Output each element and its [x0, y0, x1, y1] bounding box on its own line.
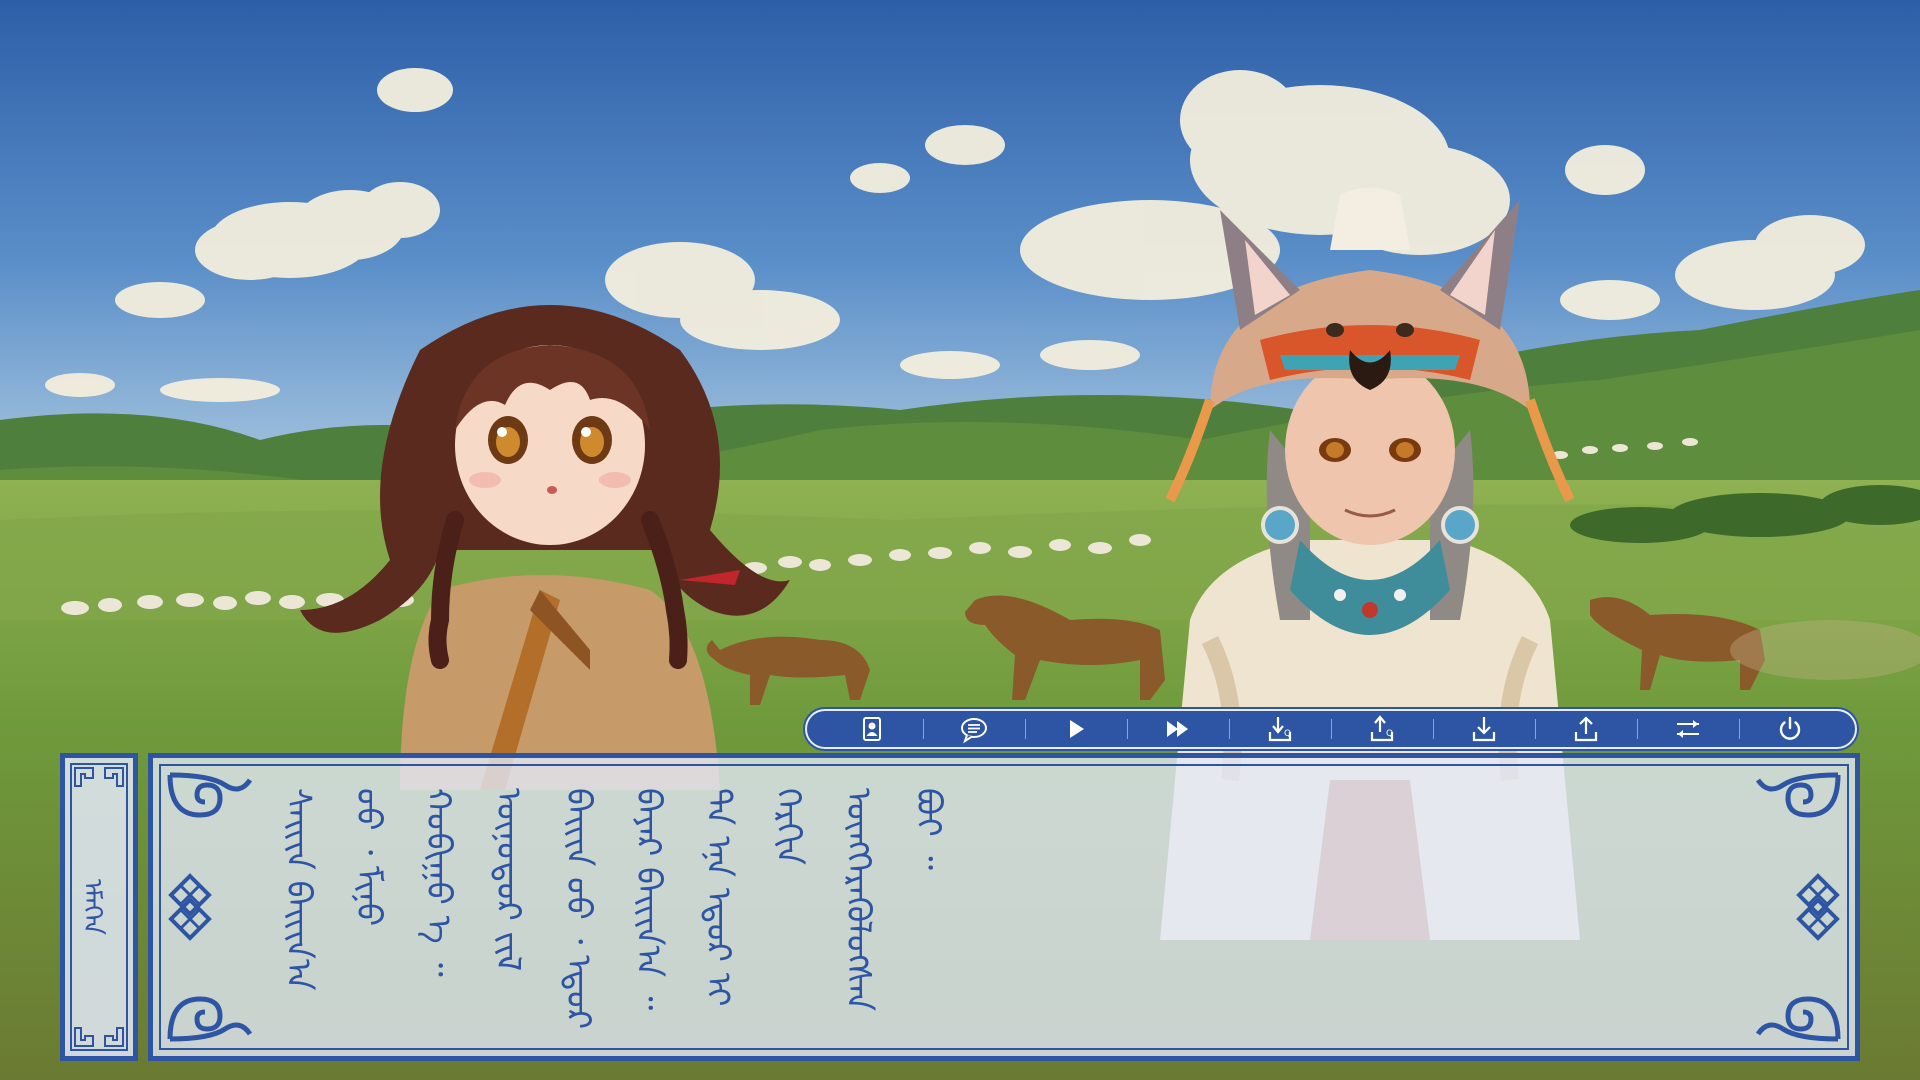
- settings-sliders-icon: [1677, 720, 1699, 738]
- scroll-ornament-icon: [1755, 772, 1841, 818]
- scroll-ornament-icon: [167, 772, 253, 818]
- speech-bubble-icon: [961, 718, 987, 744]
- dialogue-text: ᠰᠠᠢᠢᠨ ᠪᠠᠢᠢᠨ᠎ᠠ ᠤᠤ ᠂ ᠮᠢᠨᠤ ᠬᠣᠪᠢᠭᠤ ᠡ ᠃ ᠥᠨᠥᠳᠥ…: [278, 788, 948, 1030]
- load-icon: [1574, 716, 1598, 742]
- character-girl: [290, 290, 810, 790]
- speaker-name: ᠡᠮᠡᠭᠡᠨ: [77, 879, 107, 935]
- save-button[interactable]: [1433, 711, 1535, 747]
- dialogue-box[interactable]: ᠰᠠᠢᠢᠨ ᠪᠠᠢᠢᠨ᠎ᠠ ᠤᠤ ᠂ ᠮᠢᠨᠤ ᠬᠣᠪᠢᠭᠤ ᠡ ᠃ ᠥᠨᠥᠳᠥ…: [148, 753, 1860, 1061]
- endless-knot-icon: [1796, 873, 1840, 941]
- save-icon: [1472, 717, 1496, 742]
- quick-save-button[interactable]: Q: [1229, 711, 1331, 747]
- fast-forward-icon: [1167, 721, 1188, 737]
- play-icon: [1070, 720, 1084, 738]
- scroll-ornament-icon: [167, 996, 253, 1042]
- profile-icon: [863, 717, 881, 741]
- auto-play-button[interactable]: [1025, 711, 1127, 747]
- quick-save-icon: Q: [1268, 717, 1292, 742]
- quick-load-button[interactable]: Q: [1331, 711, 1433, 747]
- power-icon: [1779, 716, 1801, 740]
- svg-text:Q: Q: [1284, 729, 1291, 739]
- corner-ornament-icon: [104, 767, 124, 787]
- endless-knot-icon: [168, 873, 212, 941]
- settings-button[interactable]: [1637, 711, 1739, 747]
- skip-button[interactable]: [1127, 711, 1229, 747]
- exit-button[interactable]: [1739, 711, 1841, 747]
- quick-load-icon: Q: [1370, 715, 1394, 742]
- quick-menu-toolbar: Q Q: [805, 709, 1857, 749]
- scroll-ornament-icon: [1755, 996, 1841, 1042]
- speaker-name-box: ᠡᠮᠡᠭᠡᠨ: [60, 753, 138, 1061]
- svg-text:Q: Q: [1386, 729, 1393, 739]
- log-button[interactable]: [923, 711, 1025, 747]
- corner-ornament-icon: [104, 1027, 124, 1047]
- load-button[interactable]: [1535, 711, 1637, 747]
- profile-button[interactable]: [821, 711, 923, 747]
